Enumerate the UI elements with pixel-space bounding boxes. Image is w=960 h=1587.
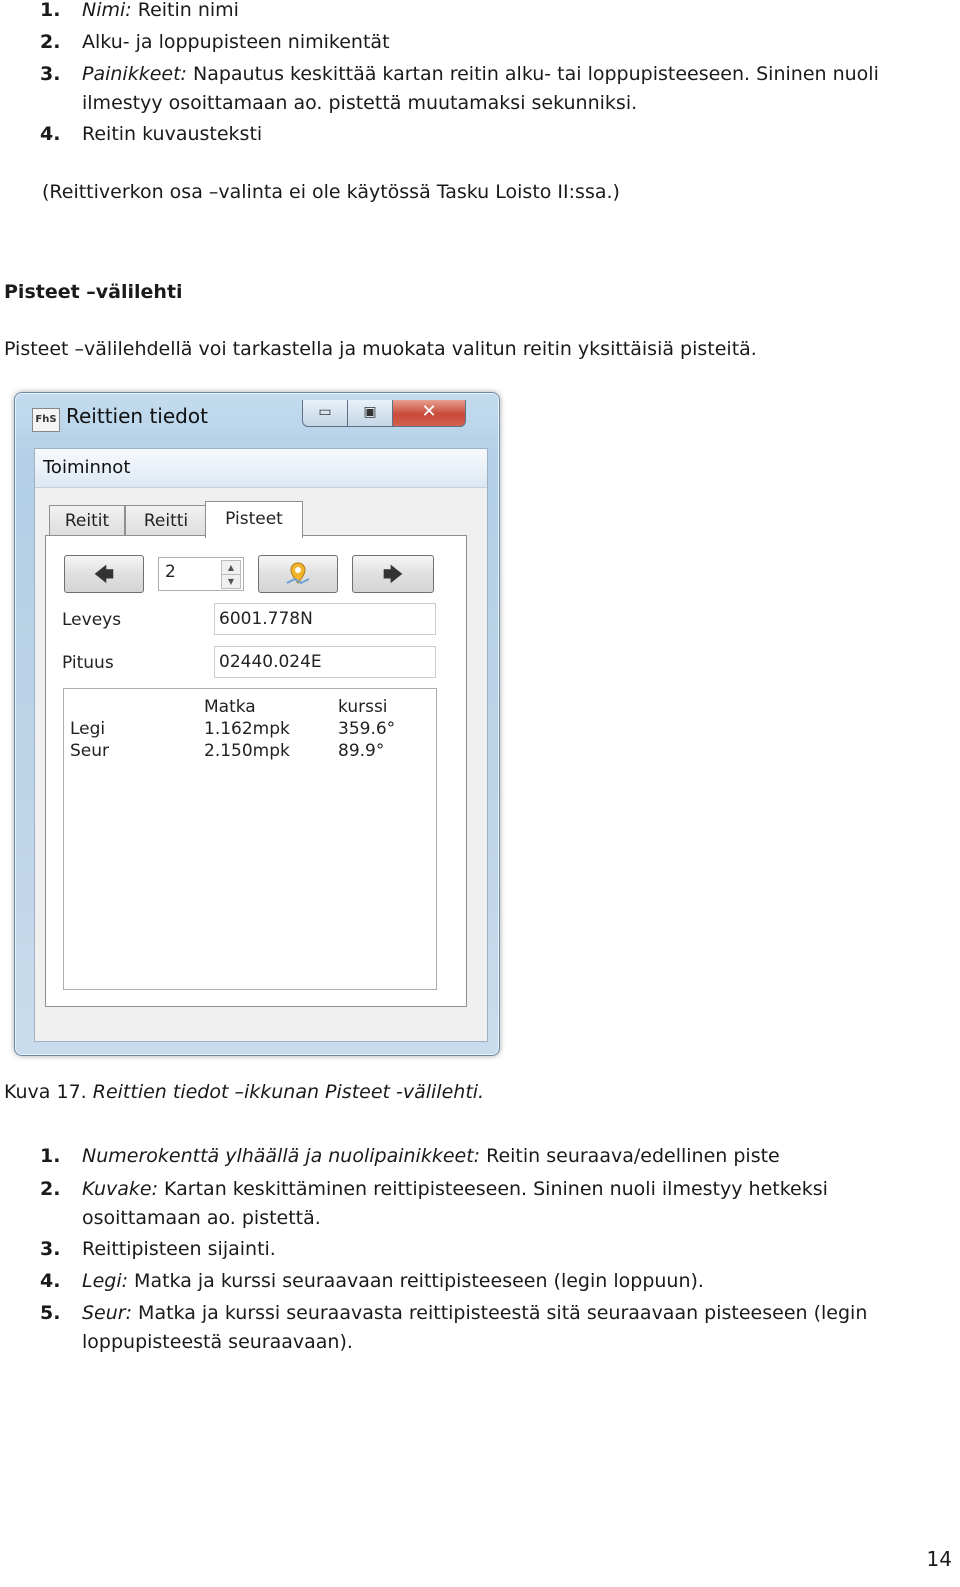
map-pin-icon xyxy=(286,562,310,585)
latitude-field[interactable]: 6001.778N xyxy=(214,603,436,635)
tab-panel-pisteet: 🡄 2 ▲ ▼ 🡆 Leveys 6001.778N Pituus 02440.… xyxy=(45,535,467,1007)
list-item: 2. Alku- ja loppupisteen nimikentät xyxy=(40,28,950,57)
list-item: 3. Painikkeet: Napautus keskittää kartan… xyxy=(40,60,920,118)
leg-info-box: Matka kurssi Legi 1.162mpk 359.6° Seur 2… xyxy=(63,688,437,990)
list-item: 4. Legi: Matka ja kurssi seuraavaan reit… xyxy=(40,1267,950,1296)
list-text: Reitin seuraava/edellinen piste xyxy=(480,1145,780,1167)
close-button[interactable]: ✕ xyxy=(392,400,466,427)
menu-bar: Toiminnot xyxy=(35,449,487,488)
latitude-label: Leveys xyxy=(62,610,122,630)
list-number: 2. xyxy=(40,31,61,53)
previous-point-button[interactable]: 🡄 xyxy=(64,555,144,593)
caption-text: Reittien tiedot –ikkunan Pisteet -välile… xyxy=(92,1081,485,1103)
center-map-button[interactable] xyxy=(258,555,338,593)
list-number: 1. xyxy=(40,1145,61,1167)
list-item: 1. Nimi: Reitin nimi xyxy=(40,0,950,25)
point-number-spinner[interactable]: 2 ▲ ▼ xyxy=(158,557,244,591)
longitude-label: Pituus xyxy=(62,653,114,673)
list-item: 5. Seur: Matka ja kurssi seuraavasta rei… xyxy=(40,1299,955,1357)
list-text: Reittipisteen sijainti. xyxy=(82,1238,276,1260)
spin-up-icon[interactable]: ▲ xyxy=(221,560,241,575)
course-header: kurssi xyxy=(338,697,388,717)
tab-pisteet[interactable]: Pisteet xyxy=(205,501,303,538)
window-title: Reittien tiedot xyxy=(66,404,208,428)
point-number-value: 2 xyxy=(165,562,176,582)
next-row-label: Seur xyxy=(70,741,110,761)
next-distance: 2.150mpk xyxy=(204,741,290,761)
tab-reitti[interactable]: Reitti xyxy=(125,505,207,536)
minimize-button[interactable]: ▭ xyxy=(302,400,348,427)
leg-course: 359.6° xyxy=(338,719,396,739)
list-item: 1. Numerokenttä ylhäällä ja nuolipainikk… xyxy=(40,1142,950,1171)
route-info-window: FhS Reittien tiedot ▭ ▣ ✕ Toiminnot Reit… xyxy=(14,392,500,1056)
list-label: Nimi: xyxy=(82,0,132,21)
menu-toiminnot[interactable]: Toiminnot xyxy=(43,457,130,478)
list-text: Napautus keskittää kartan reitin alku- t… xyxy=(82,63,879,114)
list-number: 5. xyxy=(40,1302,61,1324)
availability-note: (Reittiverkon osa –valinta ei ole käytös… xyxy=(42,181,620,203)
next-course: 89.9° xyxy=(338,741,385,761)
caption-prefix: Kuva 17. xyxy=(4,1081,93,1103)
list-number: 2. xyxy=(40,1178,61,1200)
app-icon: FhS xyxy=(32,408,60,432)
list-text: Matka ja kurssi seuraavaan reittipistees… xyxy=(128,1270,704,1292)
longitude-field[interactable]: 02440.024E xyxy=(214,646,436,678)
list-text: Alku- ja loppupisteen nimikentät xyxy=(82,31,390,53)
arrow-left-icon: 🡄 xyxy=(93,562,115,586)
window-client-area: Toiminnot Reitit Reitti Pisteet 🡄 2 ▲ ▼ xyxy=(34,448,488,1042)
distance-header: Matka xyxy=(204,697,256,717)
list-label: Seur: xyxy=(82,1302,133,1324)
list-number: 1. xyxy=(40,0,61,21)
list-item: 3. Reittipisteen sijainti. xyxy=(40,1235,950,1264)
section-heading: Pisteet –välilehti xyxy=(4,281,183,303)
list-item: 4. Reitin kuvausteksti xyxy=(40,120,950,149)
list-number: 4. xyxy=(40,1270,61,1292)
section-intro: Pisteet –välilehdellä voi tarkastella ja… xyxy=(4,338,757,360)
leg-row-label: Legi xyxy=(70,719,106,739)
list-number: 3. xyxy=(40,1238,61,1260)
spin-down-icon[interactable]: ▼ xyxy=(221,574,241,589)
list-text: Reitin kuvausteksti xyxy=(82,123,263,145)
list-number: 4. xyxy=(40,123,61,145)
arrow-right-icon: 🡆 xyxy=(382,562,404,586)
next-point-button[interactable]: 🡆 xyxy=(352,555,434,593)
figure-caption: Kuva 17. Reittien tiedot –ikkunan Pistee… xyxy=(4,1081,484,1103)
list-label: Numerokenttä ylhäällä ja nuolipainikkeet… xyxy=(82,1145,481,1167)
list-text: Matka ja kurssi seuraavasta reittipistee… xyxy=(82,1302,868,1353)
list-text: Reitin nimi xyxy=(131,0,239,21)
list-item: 2. Kuvake: Kartan keskittäminen reittipi… xyxy=(40,1175,920,1233)
list-label: Legi: xyxy=(82,1270,129,1292)
list-label: Painikkeet: xyxy=(82,63,187,85)
maximize-button[interactable]: ▣ xyxy=(347,400,393,427)
tab-reitit[interactable]: Reitit xyxy=(49,505,125,536)
list-label: Kuvake: xyxy=(82,1178,158,1200)
page-number: 14 xyxy=(926,1547,952,1571)
list-text: Kartan keskittäminen reittipisteeseen. S… xyxy=(82,1178,828,1229)
leg-distance: 1.162mpk xyxy=(204,719,290,739)
list-number: 3. xyxy=(40,63,61,85)
